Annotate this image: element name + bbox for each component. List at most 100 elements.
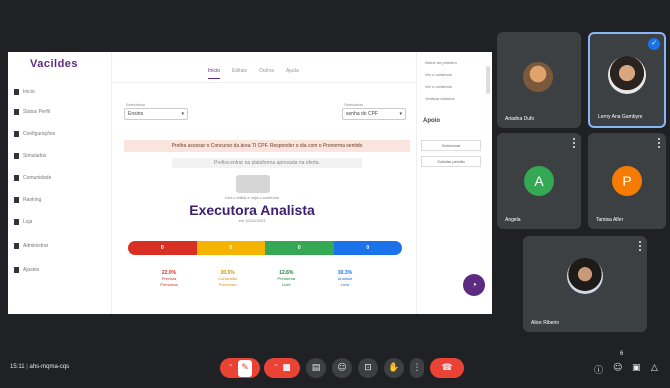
stat-item: 30.5% Conclusão Prenorma: [218, 270, 238, 287]
scrollbar: [486, 66, 490, 94]
present-icon: ⊡: [364, 362, 372, 373]
sidebar-item: Status Perfil: [14, 106, 108, 118]
sidebar-item: Configurações: [14, 128, 108, 140]
right-panel-item: Verificar estudos: [425, 96, 455, 101]
more-icon[interactable]: [572, 138, 575, 148]
exam-subtitle: Leia o edital e veja o conteúdo: [224, 195, 280, 200]
meeting-time: 15:11: [10, 364, 25, 370]
participant-tile[interactable]: A Angela: [497, 133, 581, 229]
sidebar-item: Ajustes: [14, 264, 108, 276]
more-icon: ⋮: [412, 362, 422, 373]
app-main: Início Editais Outros Ajuda Selecionar E…: [112, 52, 416, 314]
participant-tile[interactable]: Ariadna Dufo: [497, 32, 581, 128]
participant-tile[interactable]: P Tamisa Alfer: [588, 133, 666, 229]
captions-icon: ▤: [311, 362, 321, 373]
sidebar-item: Loja: [14, 216, 108, 228]
stat-item: 12.6% Prenorma Livre: [277, 270, 296, 287]
more-icon[interactable]: [638, 241, 641, 251]
camera-off-icon: ■: [282, 362, 291, 373]
emoji-icon: ☺: [337, 362, 347, 373]
select-left: Ensino ▾: [124, 108, 188, 120]
tab-ajuda: Ajuda: [285, 68, 299, 74]
right-panel-item: Nome do primeiro: [425, 60, 457, 65]
right-panel-item: Ver o conteúdo: [425, 84, 452, 89]
right-panel-box: Solicitar perdão: [421, 156, 481, 167]
present-button[interactable]: ⊡: [358, 358, 378, 378]
participant-name: Angela: [505, 217, 521, 223]
participant-name: Lerny Ana Gambyre: [598, 114, 643, 120]
sidebar-item: Ranking: [14, 194, 108, 206]
exam-date: em 10/10/2023: [238, 218, 266, 223]
tab-outros: Outros: [258, 68, 274, 74]
select-right: senha do CPF ▾: [342, 108, 406, 120]
emoji-button[interactable]: ☺: [332, 358, 352, 378]
activities-icon[interactable]: △: [651, 363, 658, 373]
meeting-code: ahs-mqma-cqs: [29, 364, 70, 370]
tab-inicio: Início: [208, 68, 220, 79]
doc-icon: [14, 153, 19, 159]
tab-editais: Editais: [231, 68, 247, 74]
exam-title: Executora Analista: [189, 202, 315, 218]
avatar: [608, 56, 646, 94]
progress-bar-yellow: 0: [196, 241, 265, 255]
participant-name: Alice Ribeiro: [531, 320, 560, 326]
app-sidebar: Vacildes Inicio Status Perfil Configuraç…: [8, 52, 112, 314]
leave-call-button[interactable]: ☎: [430, 358, 464, 378]
chat-icon: ◔: [463, 274, 485, 296]
community-icon: [14, 175, 19, 181]
progress-bar-blue: 0: [333, 241, 402, 255]
people-icon[interactable]: ☺: [613, 363, 622, 373]
chevron-down-icon: ▾: [181, 111, 184, 117]
raise-hand-button[interactable]: ✋: [384, 358, 404, 378]
participant-tile-pinned[interactable]: ✓ Lerny Ana Gambyre: [588, 32, 666, 128]
admin-icon: [14, 243, 19, 249]
select-label: Selecionar: [126, 102, 145, 107]
stats-row: 22.0% Prevista Prenorma 30.5% Conclusão Pren…: [152, 270, 362, 288]
chevron-down-icon: ▾: [399, 111, 402, 117]
mic-button[interactable]: ^ ✎: [220, 358, 260, 378]
ranking-icon: [14, 197, 19, 203]
sidebar-item: Administrar: [14, 240, 108, 252]
shared-screen: Vacildes Inicio Status Perfil Configuraç…: [8, 52, 492, 314]
alert-banner: Prefira acessar o Concurso da área TI CP…: [124, 140, 410, 152]
participant-name: Tamisa Alfer: [596, 217, 624, 223]
stat-item: 30.3% Analisar Livre: [337, 270, 353, 287]
exam-logo: [236, 175, 270, 193]
right-panel-item: Ver o conteúdo: [425, 72, 452, 77]
participant-name: Ariadna Dufo: [505, 116, 535, 122]
app-tabs: Início Editais Outros Ajuda: [208, 68, 299, 79]
info-icon[interactable]: ⓘ: [594, 363, 603, 376]
avatar: [567, 258, 603, 294]
status-icon: [14, 109, 19, 115]
participant-tile[interactable]: Alice Ribeiro: [523, 236, 647, 332]
app-logo: Vacildes: [30, 58, 79, 70]
participants-count: 6: [620, 351, 624, 357]
select-label: Selecionar: [344, 102, 363, 107]
leave-call-icon: ☎: [441, 362, 453, 373]
captions-button[interactable]: ▤: [306, 358, 326, 378]
mic-off-icon: ✎: [238, 359, 253, 377]
avatar: A: [524, 166, 554, 196]
stat-item: 22.0% Prevista Prenorma: [160, 270, 178, 287]
right-panel-box: Selecionar: [421, 140, 481, 151]
right-panel-heading: Apoio: [423, 118, 440, 124]
settings-icon: [14, 131, 19, 137]
chat-icon[interactable]: ▣: [632, 363, 641, 373]
call-controls-bar: 15:11 | ahs-mqma-cqs ^ ✎ ^ ■ ▤ ☺ ⊡ ✋ ⋮ ☎…: [0, 346, 670, 388]
chevron-up-icon: ^: [273, 364, 279, 371]
more-icon[interactable]: [657, 138, 660, 148]
progress-bars: 0 0 0 0: [128, 241, 402, 255]
pin-icon: ✓: [648, 38, 660, 50]
app-right-panel: Nome do primeiro Ver o conteúdo Ver o co…: [416, 52, 492, 314]
raise-hand-icon: ✋: [388, 362, 400, 373]
camera-button[interactable]: ^ ■: [264, 358, 300, 378]
progress-bar-red: 0: [128, 241, 197, 255]
chevron-up-icon: ^: [227, 364, 234, 371]
home-icon: [14, 89, 19, 95]
avatar: P: [612, 166, 642, 196]
progress-bar-green: 0: [265, 241, 334, 255]
store-icon: [14, 219, 19, 225]
info-banner: Prefira entrar na plataforma aprovada na…: [172, 158, 362, 168]
more-options-button[interactable]: ⋮: [410, 358, 424, 378]
sidebar-item: Comunidade: [14, 172, 108, 184]
